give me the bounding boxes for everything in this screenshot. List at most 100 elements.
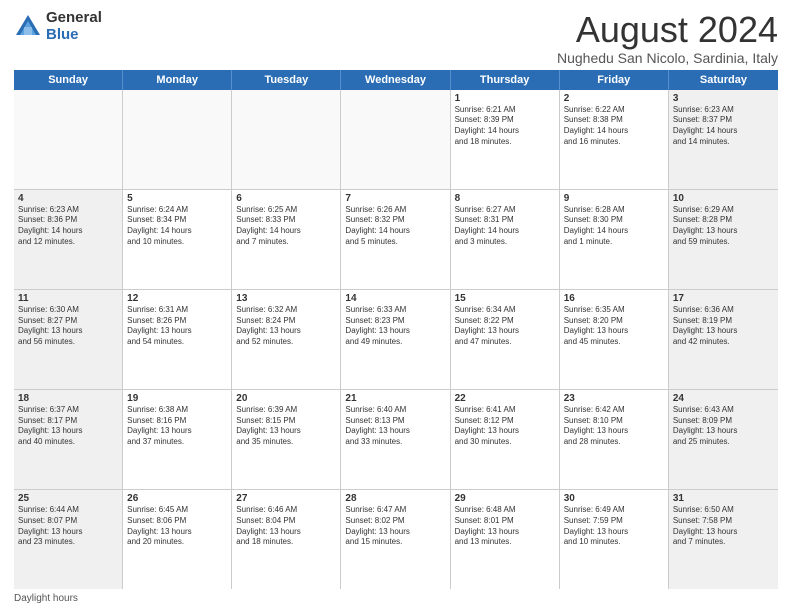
header-saturday: Saturday [669, 70, 778, 90]
logo-icon [14, 13, 42, 41]
day-number-31: 31 [673, 493, 774, 504]
day-cell-31: 31Sunrise: 6:50 AM Sunset: 7:58 PM Dayli… [669, 490, 778, 589]
day-info-2: Sunrise: 6:22 AM Sunset: 8:38 PM Dayligh… [564, 105, 664, 148]
header-monday: Monday [123, 70, 232, 90]
day-number-3: 3 [673, 93, 774, 104]
day-number-11: 11 [18, 293, 118, 304]
day-cell-22: 22Sunrise: 6:41 AM Sunset: 8:12 PM Dayli… [451, 390, 560, 489]
calendar-week-4: 18Sunrise: 6:37 AM Sunset: 8:17 PM Dayli… [14, 390, 778, 490]
day-cell-14: 14Sunrise: 6:33 AM Sunset: 8:23 PM Dayli… [341, 290, 450, 389]
day-number-7: 7 [345, 193, 445, 204]
day-number-19: 19 [127, 393, 227, 404]
day-cell-1: 1Sunrise: 6:21 AM Sunset: 8:39 PM Daylig… [451, 90, 560, 189]
day-info-12: Sunrise: 6:31 AM Sunset: 8:26 PM Dayligh… [127, 305, 227, 348]
day-info-9: Sunrise: 6:28 AM Sunset: 8:30 PM Dayligh… [564, 205, 664, 248]
footer: Daylight hours [14, 593, 778, 604]
day-number-17: 17 [673, 293, 774, 304]
day-info-6: Sunrise: 6:25 AM Sunset: 8:33 PM Dayligh… [236, 205, 336, 248]
day-info-13: Sunrise: 6:32 AM Sunset: 8:24 PM Dayligh… [236, 305, 336, 348]
title-block: August 2024 Nughedu San Nicolo, Sardinia… [557, 10, 778, 66]
day-cell-24: 24Sunrise: 6:43 AM Sunset: 8:09 PM Dayli… [669, 390, 778, 489]
calendar-week-1: 1Sunrise: 6:21 AM Sunset: 8:39 PM Daylig… [14, 90, 778, 190]
page: General Blue August 2024 Nughedu San Nic… [0, 0, 792, 612]
day-number-1: 1 [455, 93, 555, 104]
day-cell-6: 6Sunrise: 6:25 AM Sunset: 8:33 PM Daylig… [232, 190, 341, 289]
calendar-week-3: 11Sunrise: 6:30 AM Sunset: 8:27 PM Dayli… [14, 290, 778, 390]
day-cell-13: 13Sunrise: 6:32 AM Sunset: 8:24 PM Dayli… [232, 290, 341, 389]
day-cell-21: 21Sunrise: 6:40 AM Sunset: 8:13 PM Dayli… [341, 390, 450, 489]
day-cell-23: 23Sunrise: 6:42 AM Sunset: 8:10 PM Dayli… [560, 390, 669, 489]
day-number-4: 4 [18, 193, 118, 204]
calendar-week-5: 25Sunrise: 6:44 AM Sunset: 8:07 PM Dayli… [14, 490, 778, 589]
day-info-30: Sunrise: 6:49 AM Sunset: 7:59 PM Dayligh… [564, 505, 664, 548]
empty-cell-0-3 [341, 90, 450, 189]
day-cell-20: 20Sunrise: 6:39 AM Sunset: 8:15 PM Dayli… [232, 390, 341, 489]
header: General Blue August 2024 Nughedu San Nic… [14, 10, 778, 66]
day-number-24: 24 [673, 393, 774, 404]
day-info-29: Sunrise: 6:48 AM Sunset: 8:01 PM Dayligh… [455, 505, 555, 548]
day-info-22: Sunrise: 6:41 AM Sunset: 8:12 PM Dayligh… [455, 405, 555, 448]
location: Nughedu San Nicolo, Sardinia, Italy [557, 50, 778, 66]
day-number-2: 2 [564, 93, 664, 104]
day-number-13: 13 [236, 293, 336, 304]
header-sunday: Sunday [14, 70, 123, 90]
logo-general: General [46, 10, 102, 27]
day-info-5: Sunrise: 6:24 AM Sunset: 8:34 PM Dayligh… [127, 205, 227, 248]
day-info-23: Sunrise: 6:42 AM Sunset: 8:10 PM Dayligh… [564, 405, 664, 448]
logo-blue: Blue [46, 27, 102, 44]
day-number-29: 29 [455, 493, 555, 504]
day-number-20: 20 [236, 393, 336, 404]
day-number-14: 14 [345, 293, 445, 304]
day-info-7: Sunrise: 6:26 AM Sunset: 8:32 PM Dayligh… [345, 205, 445, 248]
day-cell-17: 17Sunrise: 6:36 AM Sunset: 8:19 PM Dayli… [669, 290, 778, 389]
day-number-16: 16 [564, 293, 664, 304]
empty-cell-0-1 [123, 90, 232, 189]
day-cell-11: 11Sunrise: 6:30 AM Sunset: 8:27 PM Dayli… [14, 290, 123, 389]
day-number-10: 10 [673, 193, 774, 204]
calendar-body: 1Sunrise: 6:21 AM Sunset: 8:39 PM Daylig… [14, 90, 778, 589]
day-number-30: 30 [564, 493, 664, 504]
day-cell-10: 10Sunrise: 6:29 AM Sunset: 8:28 PM Dayli… [669, 190, 778, 289]
header-friday: Friday [560, 70, 669, 90]
day-cell-27: 27Sunrise: 6:46 AM Sunset: 8:04 PM Dayli… [232, 490, 341, 589]
day-info-16: Sunrise: 6:35 AM Sunset: 8:20 PM Dayligh… [564, 305, 664, 348]
day-cell-19: 19Sunrise: 6:38 AM Sunset: 8:16 PM Dayli… [123, 390, 232, 489]
day-info-31: Sunrise: 6:50 AM Sunset: 7:58 PM Dayligh… [673, 505, 774, 548]
day-cell-8: 8Sunrise: 6:27 AM Sunset: 8:31 PM Daylig… [451, 190, 560, 289]
day-info-1: Sunrise: 6:21 AM Sunset: 8:39 PM Dayligh… [455, 105, 555, 148]
day-cell-4: 4Sunrise: 6:23 AM Sunset: 8:36 PM Daylig… [14, 190, 123, 289]
day-info-3: Sunrise: 6:23 AM Sunset: 8:37 PM Dayligh… [673, 105, 774, 148]
day-info-14: Sunrise: 6:33 AM Sunset: 8:23 PM Dayligh… [345, 305, 445, 348]
calendar-week-2: 4Sunrise: 6:23 AM Sunset: 8:36 PM Daylig… [14, 190, 778, 290]
day-number-26: 26 [127, 493, 227, 504]
day-number-25: 25 [18, 493, 118, 504]
day-info-8: Sunrise: 6:27 AM Sunset: 8:31 PM Dayligh… [455, 205, 555, 248]
calendar-header: Sunday Monday Tuesday Wednesday Thursday… [14, 70, 778, 90]
day-cell-26: 26Sunrise: 6:45 AM Sunset: 8:06 PM Dayli… [123, 490, 232, 589]
month-title: August 2024 [557, 10, 778, 50]
day-number-6: 6 [236, 193, 336, 204]
day-cell-16: 16Sunrise: 6:35 AM Sunset: 8:20 PM Dayli… [560, 290, 669, 389]
day-info-4: Sunrise: 6:23 AM Sunset: 8:36 PM Dayligh… [18, 205, 118, 248]
day-info-15: Sunrise: 6:34 AM Sunset: 8:22 PM Dayligh… [455, 305, 555, 348]
day-cell-3: 3Sunrise: 6:23 AM Sunset: 8:37 PM Daylig… [669, 90, 778, 189]
day-number-9: 9 [564, 193, 664, 204]
day-cell-18: 18Sunrise: 6:37 AM Sunset: 8:17 PM Dayli… [14, 390, 123, 489]
day-number-23: 23 [564, 393, 664, 404]
day-cell-12: 12Sunrise: 6:31 AM Sunset: 8:26 PM Dayli… [123, 290, 232, 389]
day-number-5: 5 [127, 193, 227, 204]
day-number-8: 8 [455, 193, 555, 204]
day-info-11: Sunrise: 6:30 AM Sunset: 8:27 PM Dayligh… [18, 305, 118, 348]
day-info-26: Sunrise: 6:45 AM Sunset: 8:06 PM Dayligh… [127, 505, 227, 548]
day-info-25: Sunrise: 6:44 AM Sunset: 8:07 PM Dayligh… [18, 505, 118, 548]
day-number-27: 27 [236, 493, 336, 504]
day-info-18: Sunrise: 6:37 AM Sunset: 8:17 PM Dayligh… [18, 405, 118, 448]
day-info-24: Sunrise: 6:43 AM Sunset: 8:09 PM Dayligh… [673, 405, 774, 448]
daylight-label: Daylight hours [14, 593, 78, 604]
header-wednesday: Wednesday [341, 70, 450, 90]
day-info-28: Sunrise: 6:47 AM Sunset: 8:02 PM Dayligh… [345, 505, 445, 548]
day-cell-29: 29Sunrise: 6:48 AM Sunset: 8:01 PM Dayli… [451, 490, 560, 589]
empty-cell-0-2 [232, 90, 341, 189]
day-number-28: 28 [345, 493, 445, 504]
day-cell-7: 7Sunrise: 6:26 AM Sunset: 8:32 PM Daylig… [341, 190, 450, 289]
